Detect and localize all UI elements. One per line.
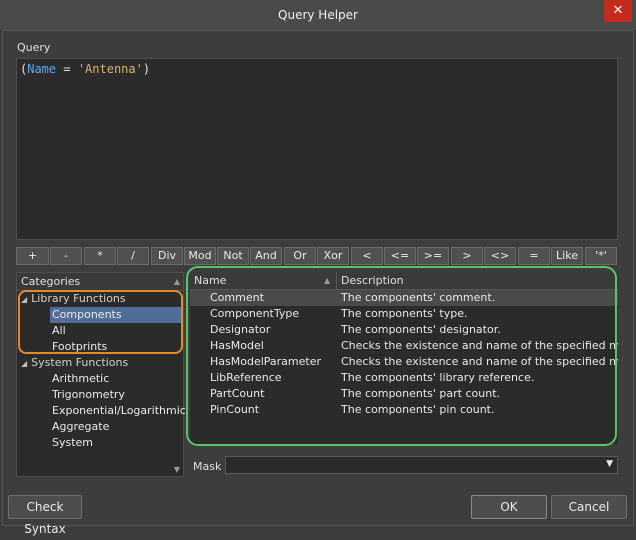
op-button-minus[interactable]: - <box>50 247 82 265</box>
title-bar: Query Helper ✕ <box>0 0 636 31</box>
query-close-paren: ) <box>142 62 151 76</box>
op-button-equal[interactable]: = <box>518 247 550 265</box>
categories-header-label: Categories <box>21 275 81 288</box>
mask-combobox[interactable]: ▼ <box>225 456 618 474</box>
op-button-or[interactable]: Or <box>284 247 316 265</box>
query-operator: = <box>56 62 78 76</box>
window-title: Query Helper <box>278 8 358 22</box>
op-button-plus[interactable]: + <box>16 247 49 265</box>
query-label: Query <box>17 41 51 54</box>
orange-highlight-annotation <box>18 290 183 354</box>
query-field: Name <box>27 62 57 76</box>
cancel-button[interactable]: Cancel <box>551 495 627 519</box>
categories-header: Categories ▲ <box>17 273 183 291</box>
close-button[interactable]: ✕ <box>604 0 632 22</box>
op-button-wildcard[interactable]: '*' <box>585 247 617 265</box>
chevron-down-icon[interactable]: ▼ <box>606 459 613 469</box>
tree-item-system[interactable]: System <box>52 435 93 451</box>
op-button-like[interactable]: Like <box>551 247 583 265</box>
tree-item-aggregate[interactable]: Aggregate <box>52 419 109 435</box>
query-editor[interactable]: (Name = 'Antenna') <box>16 58 618 240</box>
op-button-greater[interactable]: > <box>451 247 483 265</box>
mask-label: Mask <box>193 460 222 473</box>
tree-item-exponential-logarithmic[interactable]: Exponential/Logarithmic <box>52 403 186 419</box>
op-button-and[interactable]: And <box>250 247 282 265</box>
expand-triangle-icon[interactable]: ◢ <box>21 359 27 368</box>
ok-button[interactable]: OK <box>471 495 547 519</box>
op-button-greater-equal[interactable]: >= <box>417 247 449 265</box>
query-string: 'Antenna' <box>77 62 143 76</box>
green-highlight-annotation <box>186 266 617 446</box>
op-button-mod[interactable]: Mod <box>184 247 216 265</box>
op-button-less-equal[interactable]: <= <box>384 247 416 265</box>
op-button-not[interactable]: Not <box>217 247 249 265</box>
tree-item-arithmetic[interactable]: Arithmetic <box>52 371 109 387</box>
op-button-divide[interactable]: / <box>117 247 149 265</box>
check-syntax-button[interactable]: Check Syntax <box>8 495 82 536</box>
op-button-less[interactable]: < <box>351 247 383 265</box>
op-button-div[interactable]: Div <box>151 247 183 265</box>
op-button-not-equal[interactable]: <> <box>484 247 516 265</box>
tree-item-label: System Functions <box>31 356 129 369</box>
tree-item-system-functions[interactable]: ◢ System Functions <box>21 355 128 371</box>
scroll-up-icon[interactable]: ▲ <box>174 273 180 290</box>
tree-item-trigonometry[interactable]: Trigonometry <box>52 387 125 403</box>
scroll-down-icon[interactable]: ▼ <box>174 465 180 474</box>
op-button-xor[interactable]: Xor <box>317 247 349 265</box>
op-button-multiply[interactable]: * <box>84 247 116 265</box>
